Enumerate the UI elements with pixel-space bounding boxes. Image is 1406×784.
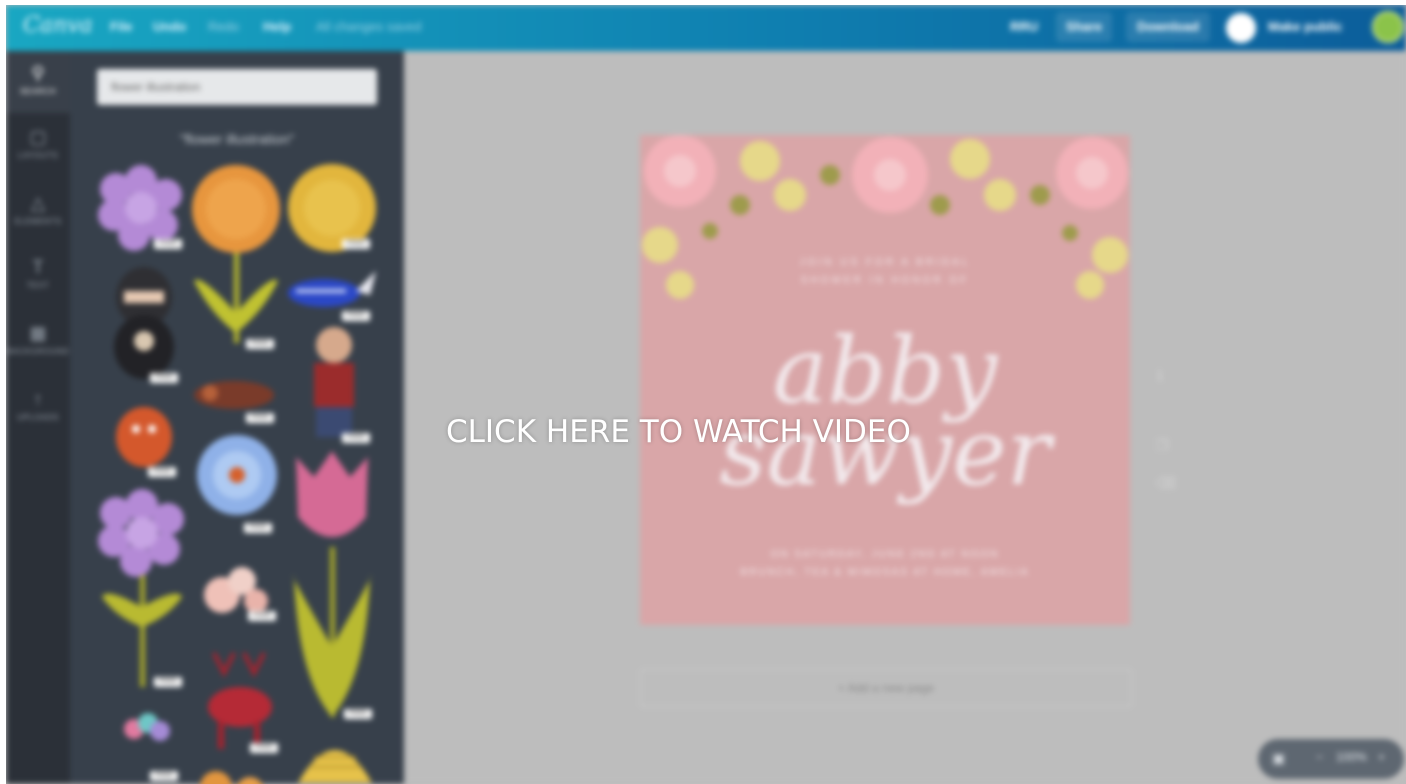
watch-video-overlay[interactable]: CLICK HERE TO WATCH VIDEO: [0, 0, 1406, 784]
watch-video-label[interactable]: CLICK HERE TO WATCH VIDEO: [446, 414, 911, 450]
